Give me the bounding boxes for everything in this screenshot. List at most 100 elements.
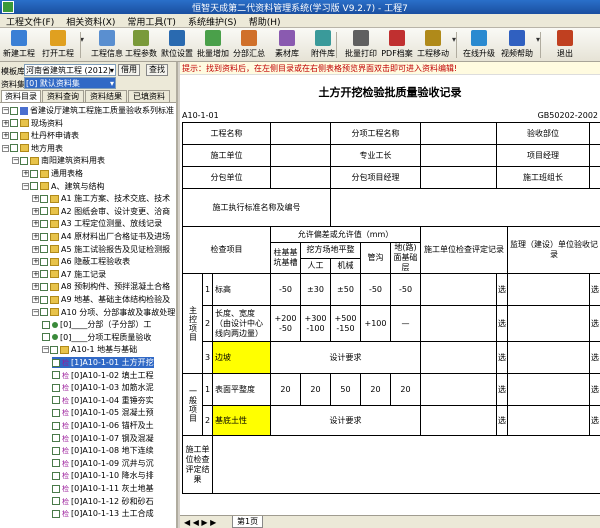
toolbar-button-7[interactable]: 素材库 bbox=[270, 29, 304, 61]
value-project-manager[interactable] bbox=[589, 144, 600, 167]
expand-icon[interactable]: + bbox=[32, 207, 39, 215]
tree-checkbox[interactable] bbox=[30, 169, 38, 178]
value-standard[interactable] bbox=[329, 188, 600, 227]
tree-checkbox[interactable] bbox=[40, 257, 48, 266]
tree-node[interactable]: − A、建筑与结构 bbox=[22, 181, 104, 192]
expand-icon[interactable]: + bbox=[32, 245, 39, 253]
tree-node[interactable]: [0]____分项工程质量验收 bbox=[42, 332, 151, 343]
tree-node[interactable]: 检 [0]A10-1-05 混凝土预 bbox=[52, 407, 154, 418]
tree-node[interactable]: − 地方用表 bbox=[2, 143, 63, 154]
tree-node[interactable]: 检 [0]A10-1-10 降水与排 bbox=[52, 470, 154, 481]
tree-node[interactable]: 检 [0]A10-1-08 地下连续 bbox=[52, 445, 154, 456]
supervisor-check-cell[interactable] bbox=[507, 305, 591, 342]
tree-checkbox[interactable] bbox=[40, 270, 48, 279]
value-subcontractor[interactable] bbox=[270, 166, 331, 189]
tree-checkbox[interactable] bbox=[40, 308, 48, 317]
supervisor-select[interactable]: 选 bbox=[589, 341, 600, 374]
check-item-name[interactable]: 长度、宽度（由设计中心线向两边量） bbox=[212, 305, 271, 342]
tree-checkbox[interactable] bbox=[40, 232, 48, 241]
tree-checkbox[interactable] bbox=[40, 194, 48, 203]
tree-node[interactable]: + 通用表格 bbox=[22, 168, 83, 179]
check-item-name[interactable]: 基底土性 bbox=[212, 405, 271, 436]
check-item-name[interactable]: 边坡 bbox=[212, 341, 271, 374]
toolbar-button-4[interactable]: 默位设置 bbox=[160, 29, 194, 61]
tree-node[interactable]: + 杜丹杯申请表 bbox=[2, 130, 79, 141]
toolbar-button-8[interactable]: 附件库 bbox=[306, 29, 340, 61]
toolbar-button-0[interactable]: 新建工程 bbox=[2, 29, 36, 61]
tree-node[interactable]: [0]____分部（子分部）工 bbox=[42, 319, 151, 330]
expand-icon[interactable]: + bbox=[32, 195, 39, 203]
tree-checkbox[interactable] bbox=[50, 345, 58, 354]
tree-checkbox[interactable] bbox=[52, 371, 60, 380]
tree-node[interactable]: − A10 分项、分部事故及事故处理 bbox=[32, 307, 175, 318]
tree-checkbox[interactable] bbox=[10, 131, 18, 140]
tree-checkbox[interactable] bbox=[52, 446, 60, 455]
tree-node[interactable]: + A3 工程定位测量、放线记录 bbox=[32, 218, 162, 229]
tree-node[interactable]: + A6 隐蔽工程验收表 bbox=[32, 256, 130, 267]
tree-checkbox[interactable] bbox=[40, 219, 48, 228]
supervisor-check-cell[interactable] bbox=[507, 341, 591, 374]
supervisor-select[interactable]: 选 bbox=[589, 305, 600, 342]
tree-checkbox[interactable] bbox=[52, 358, 60, 367]
value-sub-project-name[interactable] bbox=[420, 122, 498, 145]
tree-node[interactable]: − A10-1 地基与基础 bbox=[42, 344, 137, 355]
tree-checkbox[interactable] bbox=[10, 144, 18, 153]
tree-node[interactable]: 检 [0]A10-1-09 沉井与沉 bbox=[52, 458, 154, 469]
tab-query[interactable]: 资料查询 bbox=[42, 90, 84, 102]
toolbar-button-12[interactable]: 在线升级 bbox=[462, 29, 496, 61]
tree-checkbox[interactable] bbox=[52, 383, 60, 392]
tree-node[interactable]: + A5 施工试验报告及见证检测报 bbox=[32, 244, 170, 255]
constructor-select[interactable]: 选 bbox=[496, 341, 509, 374]
tree-checkbox[interactable] bbox=[52, 484, 60, 493]
tree-node[interactable]: 检 [0]A10-1-13 土工合成 bbox=[52, 508, 154, 519]
value-foreman[interactable] bbox=[420, 144, 498, 167]
collapse-icon[interactable]: − bbox=[2, 107, 9, 114]
constructor-check-cell[interactable] bbox=[420, 373, 498, 406]
catalog-tree[interactable]: − 省建设厅建筑工程施工质量验收系列标准 + 现场资料 + 杜丹杯申请表 − 地方用表 − 南阳建… bbox=[0, 102, 176, 528]
expand-icon[interactable]: + bbox=[2, 132, 9, 140]
tree-checkbox[interactable] bbox=[52, 408, 60, 417]
tree-checkbox[interactable] bbox=[10, 119, 18, 128]
value-constructor[interactable] bbox=[270, 144, 331, 167]
tree-node[interactable]: − 南阳建筑资料用表 bbox=[12, 155, 105, 166]
tree-checkbox[interactable] bbox=[52, 497, 60, 506]
tree-checkbox[interactable] bbox=[40, 245, 48, 254]
tree-node[interactable]: 检 [0]A10-1-07 钢及混凝 bbox=[52, 433, 154, 444]
value-constructor-result[interactable] bbox=[211, 435, 600, 494]
constructor-select[interactable]: 选 bbox=[496, 305, 509, 342]
menu-tools[interactable]: 常用工具(T) bbox=[121, 14, 182, 29]
constructor-check-cell[interactable] bbox=[420, 405, 498, 436]
collapse-icon[interactable]: − bbox=[2, 144, 9, 152]
constructor-select[interactable]: 选 bbox=[496, 373, 509, 406]
value-sub-manager[interactable] bbox=[420, 166, 498, 189]
collapse-icon[interactable]: − bbox=[12, 157, 19, 165]
toolbar-button-1[interactable]: 打开工程 bbox=[38, 29, 84, 61]
supervisor-check-cell[interactable] bbox=[507, 405, 591, 436]
constructor-check-cell[interactable] bbox=[420, 305, 498, 342]
toolbar-button-10[interactable]: PDF档案 bbox=[380, 29, 414, 61]
tree-node[interactable]: 检 [0]A10-1-12 砂和砂石 bbox=[52, 496, 154, 507]
tree-node[interactable]: 检 [1]A10-1-01 土方开挖 bbox=[52, 357, 154, 368]
toolbar-button-13[interactable]: 视频帮助 bbox=[500, 29, 540, 61]
toolbar-button-14[interactable]: 退出 bbox=[548, 29, 582, 61]
tree-node[interactable]: + A2 图纸会审、设计变更、洽商 bbox=[32, 206, 170, 217]
constructor-select[interactable]: 选 bbox=[496, 273, 509, 306]
toolbar-button-6[interactable]: 分部汇总 bbox=[232, 29, 266, 61]
tree-checkbox[interactable] bbox=[42, 320, 50, 329]
menu-file[interactable]: 工程文件(F) bbox=[0, 14, 60, 29]
tab-filled[interactable]: 已填资料 bbox=[128, 90, 170, 102]
template-select[interactable]: 河南省建筑工程 (2012) bbox=[24, 64, 116, 76]
tree-checkbox[interactable] bbox=[42, 333, 50, 342]
tree-node[interactable]: + A4 原材料出厂合格证书及进场 bbox=[32, 231, 170, 242]
toolbar-button-2[interactable]: 工程信息 bbox=[90, 29, 124, 61]
search-button[interactable]: 查找 bbox=[146, 64, 168, 76]
expand-icon[interactable]: + bbox=[32, 296, 39, 303]
tree-node[interactable]: + 现场资料 bbox=[2, 118, 63, 129]
tree-node[interactable]: − 省建设厅建筑工程施工质量验收系列标准 bbox=[2, 105, 174, 116]
constructor-select[interactable]: 选 bbox=[496, 405, 509, 436]
tree-node[interactable]: 检 [0]A10-1-04 重锤夯实 bbox=[52, 395, 154, 406]
constructor-check-cell[interactable] bbox=[420, 341, 498, 374]
page-tab-1[interactable]: 第1页 bbox=[232, 516, 264, 528]
value-acceptance-part[interactable] bbox=[589, 122, 600, 145]
constructor-check-cell[interactable] bbox=[420, 273, 498, 306]
